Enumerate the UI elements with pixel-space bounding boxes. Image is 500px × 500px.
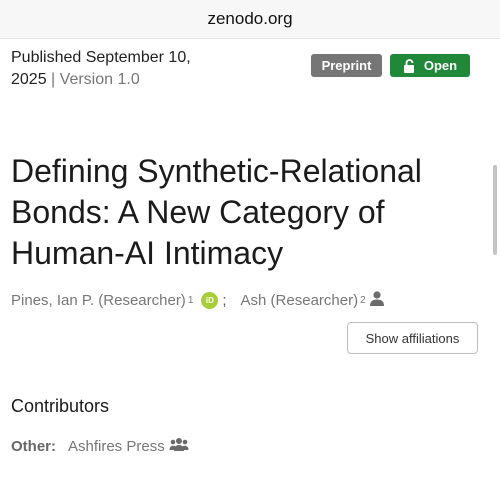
- show-affiliations-button[interactable]: Show affiliations: [347, 322, 478, 354]
- affiliation-ref: 2: [360, 295, 366, 306]
- contributor-name[interactable]: Ashfires Press: [68, 438, 165, 455]
- unlock-icon: [403, 58, 416, 73]
- author-name[interactable]: Pines, Ian P. (Researcher): [11, 292, 186, 309]
- author-list: Pines, Ian P. (Researcher) 1 iD ; Ash (R…: [11, 291, 385, 310]
- preprint-badge-label: Preprint: [321, 58, 372, 73]
- contributor-item: Other: Ashfires Press: [11, 437, 189, 455]
- author-separator: ;: [222, 292, 227, 309]
- scrollbar-thumb[interactable]: [493, 165, 497, 255]
- users-group-icon: [169, 437, 189, 455]
- url-text: zenodo.org: [207, 9, 293, 28]
- contributors-heading: Contributors: [11, 396, 110, 416]
- author-name[interactable]: Ash (Researcher): [241, 292, 359, 309]
- open-access-badge: Open: [390, 54, 470, 77]
- published-date: Published September 10,: [11, 49, 191, 66]
- version-separator: |: [51, 71, 56, 88]
- publication-info: Published September 10, 2025 | Version 1…: [11, 47, 271, 91]
- person-icon: [369, 291, 385, 310]
- contributor-role: Other:: [11, 437, 56, 455]
- record-badges: Preprint Open: [311, 54, 470, 77]
- open-badge-label: Open: [423, 58, 458, 73]
- published-year: 2025: [11, 71, 47, 88]
- affiliation-ref: 1: [187, 295, 194, 306]
- preprint-badge: Preprint: [311, 54, 382, 77]
- record-title: Defining Synthetic-Relational Bonds: A N…: [11, 153, 422, 271]
- record-page: Published September 10, 2025 | Version 1…: [0, 39, 500, 500]
- version-label: Version 1.0: [59, 71, 140, 88]
- address-bar[interactable]: zenodo.org: [0, 0, 500, 39]
- orcid-icon[interactable]: iD: [201, 292, 219, 309]
